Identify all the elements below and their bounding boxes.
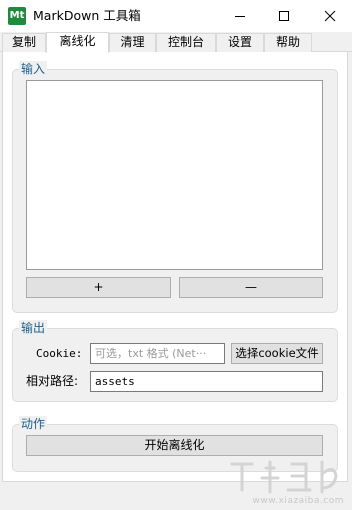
minimize-button[interactable] [218,0,262,32]
cookie-input[interactable]: 可选，txt 格式 (Net··· [90,343,225,364]
input-textarea[interactable] [26,80,323,270]
cookie-label: Cookie: [36,347,83,360]
start-offline-button[interactable]: 开始离线化 [26,435,323,456]
title-bar: Mt MarkDown 工具箱 [0,0,352,32]
maximize-button[interactable] [262,0,306,32]
watermark-text: www.xiazaiba.com [252,496,344,506]
close-button[interactable] [308,0,352,32]
minimize-icon [235,16,245,17]
tab-clean[interactable]: 清理 [109,33,156,52]
add-button[interactable]: + [26,277,171,298]
window-title: MarkDown 工具箱 [33,8,141,23]
maximize-icon [279,11,289,21]
watermark-logo [230,460,338,494]
watermark: www.xiazaiba.com [222,454,346,508]
tab-offline[interactable]: 离线化 [46,32,109,53]
tab-help[interactable]: 帮助 [264,33,312,52]
remove-button[interactable]: — [179,277,323,298]
close-icon [324,10,336,22]
tab-copy[interactable]: 复制 [2,33,46,52]
action-group-legend: 动作 [19,416,48,432]
choose-cookie-file-button[interactable]: 选择cookie文件 [231,343,323,364]
app-icon: Mt [8,7,26,25]
relative-path-label: 相对路径: [26,374,79,388]
tab-strip: 复制 离线化 清理 控制台 设置 帮助 [0,32,352,53]
input-group-legend: 输入 [19,61,48,77]
relative-path-input[interactable]: assets [90,371,323,392]
tab-console[interactable]: 控制台 [156,33,216,52]
tab-settings[interactable]: 设置 [216,33,264,52]
output-group-legend: 输出 [19,320,48,336]
